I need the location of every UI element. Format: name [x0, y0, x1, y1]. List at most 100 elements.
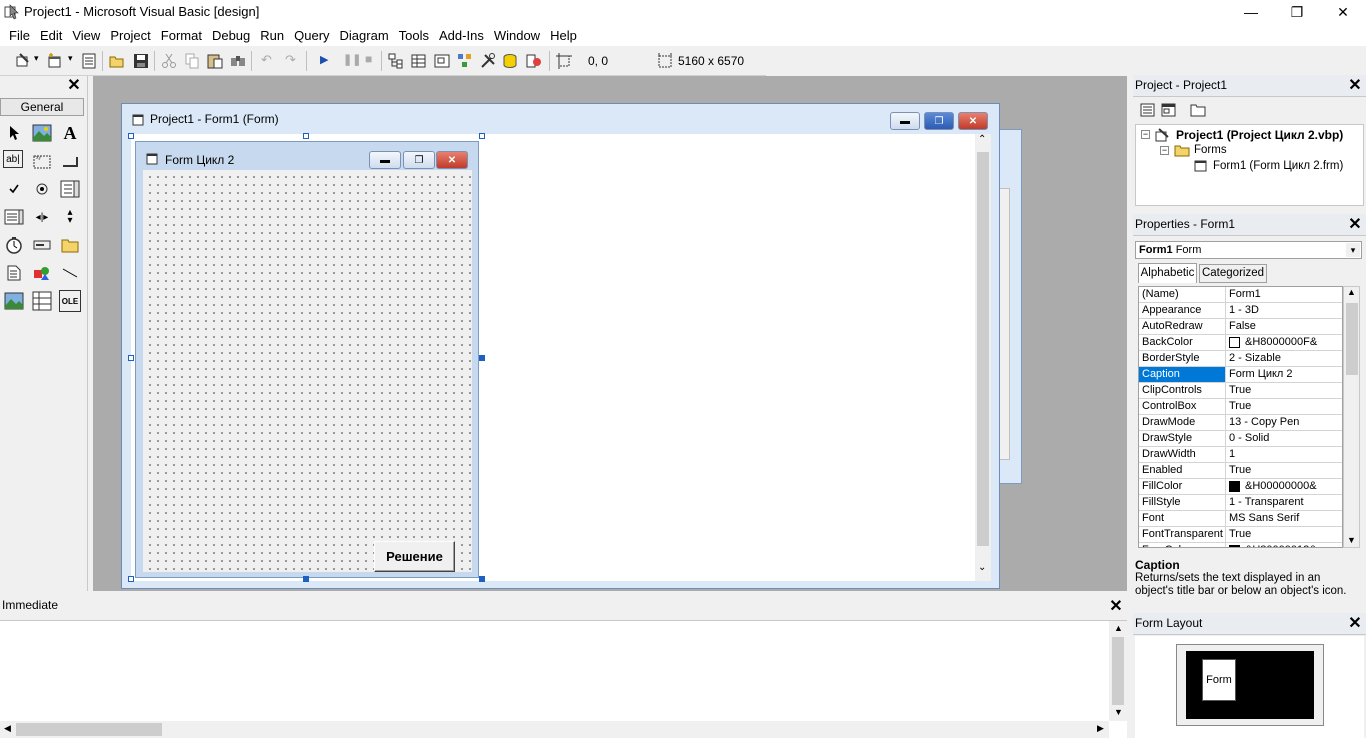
command-button-reshenie[interactable]: Решение — [374, 541, 455, 572]
properties-window-icon[interactable] — [410, 52, 428, 70]
immediate-close-icon[interactable]: ✕ — [1107, 598, 1125, 616]
property-row[interactable]: DrawMode 13 - Copy Pen — [1139, 415, 1342, 431]
immediate-scroll-up-icon[interactable]: ▲ — [1114, 623, 1123, 633]
properties-scroll-down-icon[interactable]: ▼ — [1347, 535, 1356, 545]
copy-icon[interactable] — [183, 52, 201, 70]
property-row[interactable]: DrawWidth 1 — [1139, 447, 1342, 463]
toolbox-close-icon[interactable]: ✕ — [65, 77, 83, 95]
menu-edit[interactable]: Edit — [35, 28, 67, 43]
redo-icon[interactable]: ↷ — [285, 52, 296, 68]
menu-file[interactable]: File — [4, 28, 35, 43]
component-manager-icon[interactable] — [525, 52, 543, 70]
tree-project-root[interactable]: Project1 (Project Цикл 2.vbp) — [1176, 128, 1343, 142]
frame-icon[interactable]: xy — [31, 150, 53, 172]
image-icon[interactable] — [3, 290, 25, 312]
immediate-text-area[interactable]: ▲ ▼ ◀ ▶ — [0, 620, 1127, 738]
checkbox-icon[interactable] — [3, 178, 25, 200]
menu-help[interactable]: Help — [545, 28, 582, 43]
property-value[interactable]: True — [1226, 383, 1342, 398]
view-code-icon[interactable] — [1140, 103, 1156, 117]
object-select-dropdown-icon[interactable]: ▾ — [1346, 243, 1360, 257]
pointer-icon[interactable] — [3, 122, 25, 144]
menu-editor-icon[interactable] — [80, 52, 98, 70]
property-value[interactable]: 1 - Transparent — [1226, 495, 1342, 510]
property-row[interactable]: ControlBox True — [1139, 399, 1342, 415]
property-value[interactable]: 1 — [1226, 447, 1342, 462]
resize-handle[interactable] — [128, 355, 134, 361]
property-value[interactable]: Form1 — [1226, 287, 1342, 302]
form-preview[interactable]: Form — [1202, 659, 1236, 701]
immediate-scroll-right-icon[interactable]: ▶ — [1097, 723, 1104, 734]
commandbutton-icon[interactable] — [59, 150, 81, 172]
filelistbox-icon[interactable] — [3, 262, 25, 284]
start-icon[interactable]: ▶ — [320, 53, 328, 66]
tree-forms-folder[interactable]: Forms — [1194, 144, 1227, 156]
resize-handle[interactable] — [479, 133, 485, 139]
immediate-horizontal-scrollbar[interactable]: ◀ ▶ — [0, 721, 1109, 738]
property-value[interactable]: 13 - Copy Pen — [1226, 415, 1342, 430]
timer-icon[interactable] — [3, 234, 25, 256]
tree-expander-icon[interactable]: − — [1160, 146, 1169, 155]
minimize-button[interactable]: — — [1228, 0, 1274, 24]
property-value[interactable]: MS Sans Serif — [1226, 511, 1342, 526]
close-button[interactable]: ✕ — [1320, 0, 1366, 24]
toolbox-icon[interactable] — [479, 52, 497, 70]
property-value[interactable]: 1 - 3D — [1226, 303, 1342, 318]
property-row[interactable]: Appearance 1 - 3D — [1139, 303, 1342, 319]
cut-icon[interactable] — [160, 52, 178, 70]
property-value[interactable]: False — [1226, 319, 1342, 334]
drivelistbox-icon[interactable] — [31, 234, 53, 256]
immediate-hscroll-thumb[interactable] — [16, 723, 162, 736]
menu-debug[interactable]: Debug — [207, 28, 255, 43]
resize-handle[interactable] — [479, 576, 485, 582]
undo-icon[interactable]: ↶ — [261, 52, 272, 68]
properties-scroll-thumb[interactable] — [1346, 303, 1358, 375]
toolbox-tab-general[interactable]: General — [0, 98, 84, 116]
scroll-up-icon[interactable]: ⌃ — [978, 134, 986, 145]
project-panel-close-icon[interactable]: ✕ — [1346, 77, 1364, 95]
designer-minimize-button[interactable]: ▬ — [890, 112, 920, 130]
form-maximize-button[interactable]: ❐ — [403, 151, 435, 169]
property-row[interactable]: FillColor &H00000000& — [1139, 479, 1342, 495]
break-icon[interactable]: ❚❚ — [343, 53, 361, 66]
object-select[interactable]: Form1 Form ▾ — [1135, 241, 1362, 259]
property-value[interactable]: &H80000012& — [1226, 543, 1342, 547]
label-icon[interactable]: A — [59, 122, 81, 144]
restore-button[interactable]: ❐ — [1274, 0, 1320, 24]
scroll-down-icon[interactable]: ⌄ — [978, 562, 986, 573]
listbox-icon[interactable] — [3, 206, 25, 228]
save-project-icon[interactable] — [132, 52, 150, 70]
dirlistbox-icon[interactable] — [59, 234, 81, 256]
tab-alphabetic[interactable]: Alphabetic — [1138, 263, 1197, 283]
form-layout-icon[interactable] — [433, 52, 451, 70]
immediate-scroll-down-icon[interactable]: ▼ — [1114, 707, 1123, 717]
menu-format[interactable]: Format — [156, 28, 207, 43]
property-value[interactable]: Form Цикл 2 — [1226, 367, 1342, 382]
paste-icon[interactable] — [206, 52, 224, 70]
designer-vertical-scrollbar[interactable]: ⌃ ⌄ — [975, 134, 991, 581]
menu-add-ins[interactable]: Add-Ins — [434, 28, 489, 43]
ole-icon[interactable]: OLE — [59, 290, 81, 312]
properties-panel-close-icon[interactable]: ✕ — [1346, 216, 1364, 234]
resize-handle[interactable] — [128, 576, 134, 582]
project-explorer-icon[interactable] — [387, 52, 405, 70]
textbox-icon[interactable]: ab| — [3, 150, 23, 168]
add-form-dropdown-icon[interactable]: ▾ — [68, 53, 73, 64]
property-value[interactable]: &H8000000F& — [1226, 335, 1342, 350]
view-object-icon[interactable] — [1161, 103, 1177, 117]
menu-tools[interactable]: Tools — [394, 28, 434, 43]
form1-designer[interactable]: Form Цикл 2 ▬ ❐ ✕ Решение — [135, 141, 479, 578]
property-row[interactable]: Caption Form Цикл 2 — [1139, 367, 1342, 383]
form-design-grid[interactable]: Решение — [143, 170, 472, 572]
property-row[interactable]: Font MS Sans Serif — [1139, 511, 1342, 527]
add-project-dropdown-icon[interactable]: ▾ — [34, 53, 39, 64]
property-value[interactable]: 0 - Solid — [1226, 431, 1342, 446]
shape-icon[interactable] — [31, 262, 53, 284]
property-value[interactable]: True — [1226, 399, 1342, 414]
resize-handle[interactable] — [303, 576, 309, 582]
immediate-vertical-scrollbar[interactable]: ▲ ▼ — [1109, 621, 1127, 721]
designer-close-button[interactable]: ✕ — [958, 112, 988, 130]
resize-handle[interactable] — [128, 133, 134, 139]
form-close-button[interactable]: ✕ — [436, 151, 468, 169]
menu-query[interactable]: Query — [289, 28, 334, 43]
